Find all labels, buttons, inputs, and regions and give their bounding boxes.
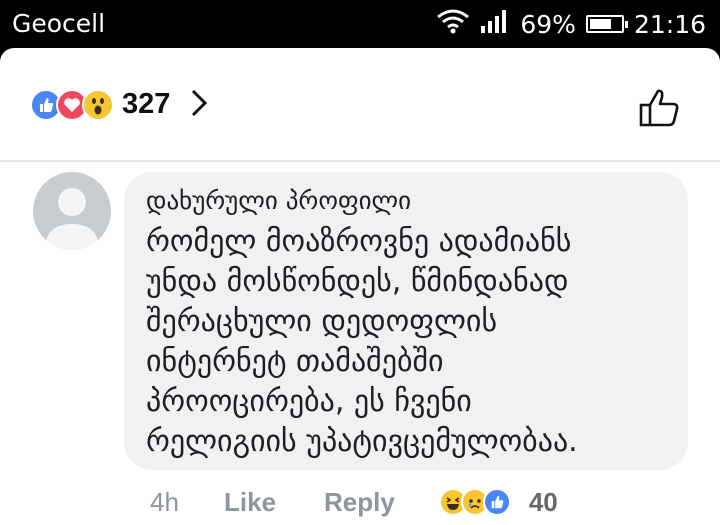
comment-line: რომელ მოაზროვნე ადამიანს [146,224,572,259]
comment-line: რელიგიის უპატივცემულობაა. [146,424,578,459]
comment-line: პროოცირება, ეს ჩვენი [146,384,472,419]
avatar[interactable] [33,172,111,250]
like-thumb-button[interactable] [638,86,682,132]
reactions-header: 327 [0,48,720,162]
comment-author[interactable]: დახურული პროფილი [146,186,411,215]
wifi-icon [436,8,470,40]
like-icon [482,488,511,516]
battery-percent: 69% [520,9,576,39]
status-icons: 69% 21:16 [436,8,706,40]
wow-icon [82,88,114,121]
comment-actions: 4h Like Reply 40 [150,482,558,522]
like-button[interactable]: Like [224,487,276,518]
comment-reaction-count: 40 [528,486,558,517]
comment-text: რომელ მოაზროვნე ადამიანს უნდა მოსწონდეს,… [146,222,676,462]
reaction-summary[interactable]: 327 [30,88,208,121]
thumbs-up-icon [639,89,679,127]
header-divider [0,160,720,162]
reaction-count: 327 [122,88,171,120]
status-bar: Geocell 69% 21:16 [0,0,720,48]
chevron-right-icon[interactable] [190,89,208,121]
reactions-sheet: 327 დახურული პროფილი რომელ მოაზროვნე ადა… [0,48,720,525]
comment-line: ინტერნეტ თამაშებში [146,344,444,379]
clock: 21:16 [633,9,706,39]
comment-reactions[interactable] [438,488,511,516]
battery-icon [585,15,628,33]
signal-icon [480,8,510,40]
carrier-name: Geocell [12,9,106,38]
comment-line: შერაცხული დედოფლის [146,304,498,339]
comment-bubble[interactable]: დახურული პროფილი რომელ მოაზროვნე ადამიან… [124,172,688,470]
reply-button[interactable]: Reply [324,487,395,518]
battery-fill [589,19,611,29]
comment-timestamp: 4h [150,486,179,517]
comment-line: უნდა მოსწონდეს, წმინდანად [146,264,569,299]
